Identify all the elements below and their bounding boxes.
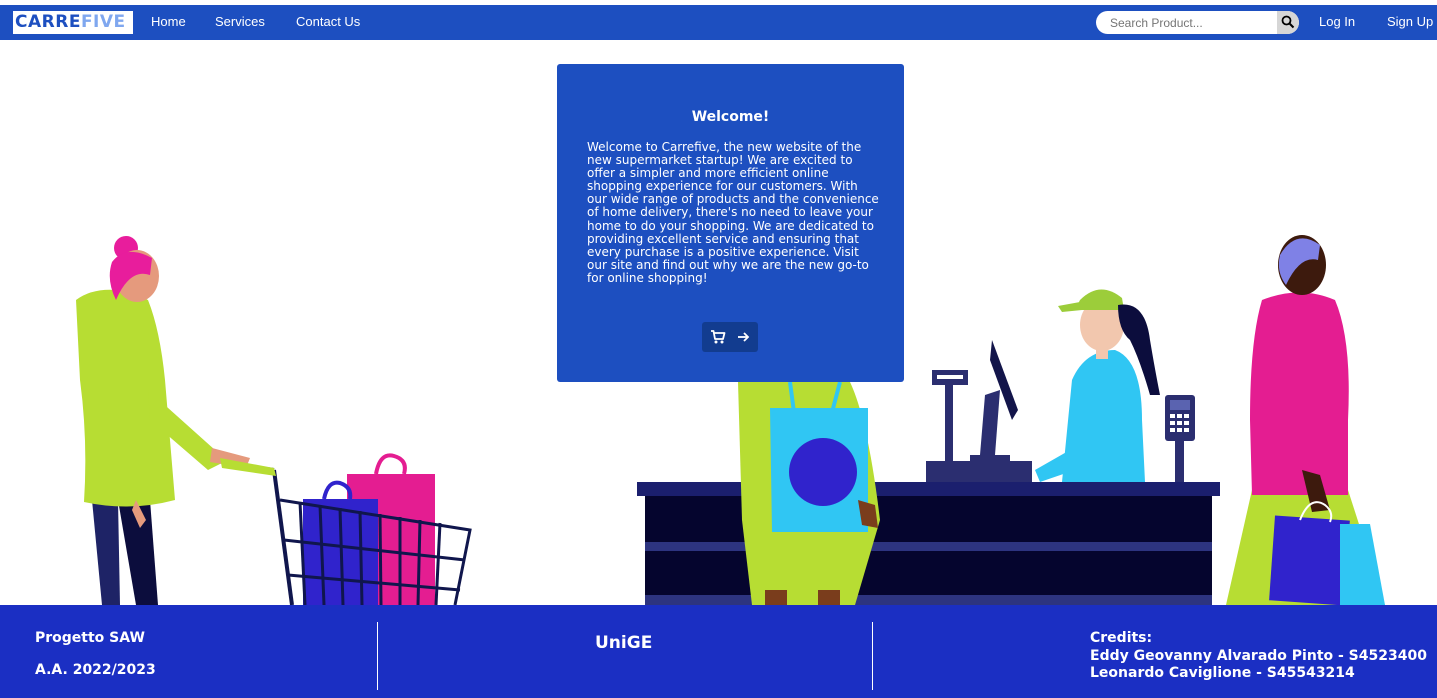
cashier-figure xyxy=(1035,289,1160,482)
search-button[interactable] xyxy=(1277,11,1299,34)
nav-link-contact-us[interactable]: Contact Us xyxy=(296,14,360,29)
cash-register xyxy=(926,340,1032,482)
footer-academic-year: A.A. 2022/2023 xyxy=(35,662,156,678)
welcome-description: Welcome to Carrefive, the new website of… xyxy=(587,140,879,285)
footer-project: Progetto SAW xyxy=(35,630,145,646)
footer-divider-left xyxy=(377,622,378,690)
top-navbar: CARREFIVE Home Services Contact Us Log I… xyxy=(0,5,1437,40)
footer-divider-right xyxy=(872,622,873,690)
search-bar xyxy=(1096,11,1299,34)
logo-text: CARREFIVE xyxy=(15,12,126,32)
cart-icon xyxy=(711,330,726,344)
footer-university: UniGE xyxy=(595,633,653,653)
welcome-card: Welcome! Welcome to Carrefive, the new w… xyxy=(557,64,904,382)
page-footer: Progetto SAW A.A. 2022/2023 UniGE Credit… xyxy=(0,605,1437,698)
checkout-counter xyxy=(637,482,1220,605)
nav-link-home[interactable]: Home xyxy=(151,14,186,29)
search-icon xyxy=(1281,15,1295,29)
shopping-cart-drawing xyxy=(227,462,294,606)
footer-credit-2: Leonardo Caviglione - S45543214 xyxy=(1090,665,1355,681)
right-shopper-figure xyxy=(1226,235,1385,606)
footer-credit-1: Eddy Geovanny Alvarado Pinto - S4523400 xyxy=(1090,648,1427,664)
carrefive-logo[interactable]: CARREFIVE xyxy=(12,10,134,35)
customer-with-tote-figure xyxy=(738,381,880,605)
arrow-right-icon xyxy=(738,332,750,342)
footer-credits-title: Credits: xyxy=(1090,630,1153,646)
card-terminal xyxy=(1165,395,1195,482)
woman-with-cart-figure xyxy=(76,236,250,605)
signup-link[interactable]: Sign Up xyxy=(1387,14,1433,29)
search-input[interactable] xyxy=(1096,11,1276,34)
nav-link-services[interactable]: Services xyxy=(215,14,265,29)
shop-now-button[interactable] xyxy=(702,322,758,352)
welcome-title: Welcome! xyxy=(691,109,770,125)
login-link[interactable]: Log In xyxy=(1319,14,1355,29)
